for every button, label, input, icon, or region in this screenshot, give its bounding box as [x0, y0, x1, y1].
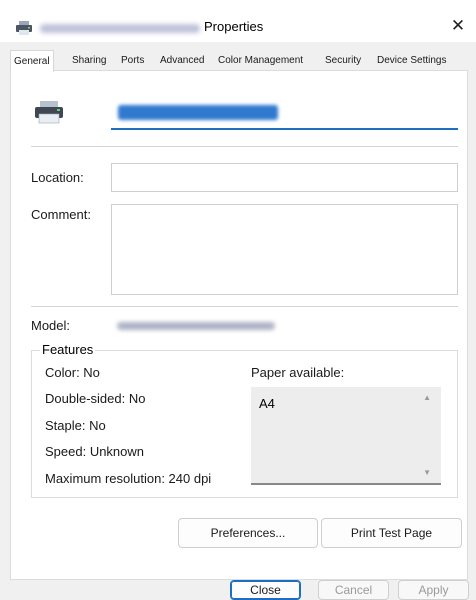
apply-button[interactable]: Apply	[398, 580, 469, 600]
feature-max-resolution: Maximum resolution: 240 dpi	[45, 471, 212, 486]
scroll-down-icon[interactable]: ▼	[423, 468, 431, 477]
list-item[interactable]: A4	[259, 396, 275, 412]
tab-advanced[interactable]: Advanced	[160, 52, 204, 70]
title-bar[interactable]: Properties ✕	[0, 0, 476, 42]
tab-color-management[interactable]: Color Management	[218, 52, 303, 70]
comment-label: Comment:	[31, 207, 91, 222]
feature-double-sided: Double-sided: No	[45, 391, 146, 406]
printer-name-redacted	[40, 24, 200, 33]
tab-sharing[interactable]: Sharing	[72, 52, 106, 70]
feature-speed: Speed: Unknown	[45, 444, 145, 459]
divider	[31, 146, 458, 147]
printer-properties-window: Properties ✕ General Sharing Ports Advan…	[0, 0, 476, 600]
tab-security[interactable]: Security	[325, 52, 361, 70]
location-label: Location:	[31, 170, 84, 185]
window-title: Properties	[204, 19, 264, 34]
cancel-button[interactable]: Cancel	[318, 580, 389, 600]
printer-icon	[35, 101, 63, 124]
paper-available-list[interactable]: A4 ▲ ▼	[251, 387, 441, 485]
print-test-page-button[interactable]: Print Test Page	[321, 518, 462, 548]
tab-ports[interactable]: Ports	[121, 52, 144, 70]
printer-name-redacted	[118, 105, 278, 120]
preferences-button[interactable]: Preferences...	[178, 518, 318, 548]
printer-name-field[interactable]	[111, 98, 458, 130]
close-window-button[interactable]: ✕	[447, 15, 469, 37]
model-name-redacted	[117, 322, 275, 330]
scroll-up-icon[interactable]: ▲	[423, 393, 431, 402]
model-label: Model:	[31, 318, 71, 333]
feature-color: Color: No	[45, 365, 100, 380]
comment-input[interactable]	[111, 204, 458, 295]
paper-available-label: Paper available:	[251, 365, 345, 380]
features-legend: Features	[40, 342, 96, 358]
tab-general[interactable]: General	[10, 50, 54, 72]
close-button[interactable]: Close	[230, 580, 301, 600]
location-input[interactable]	[111, 163, 458, 192]
tab-device-settings[interactable]: Device Settings	[377, 52, 446, 70]
printer-icon	[16, 21, 32, 35]
feature-staple: Staple: No	[45, 418, 106, 433]
divider	[31, 306, 458, 307]
